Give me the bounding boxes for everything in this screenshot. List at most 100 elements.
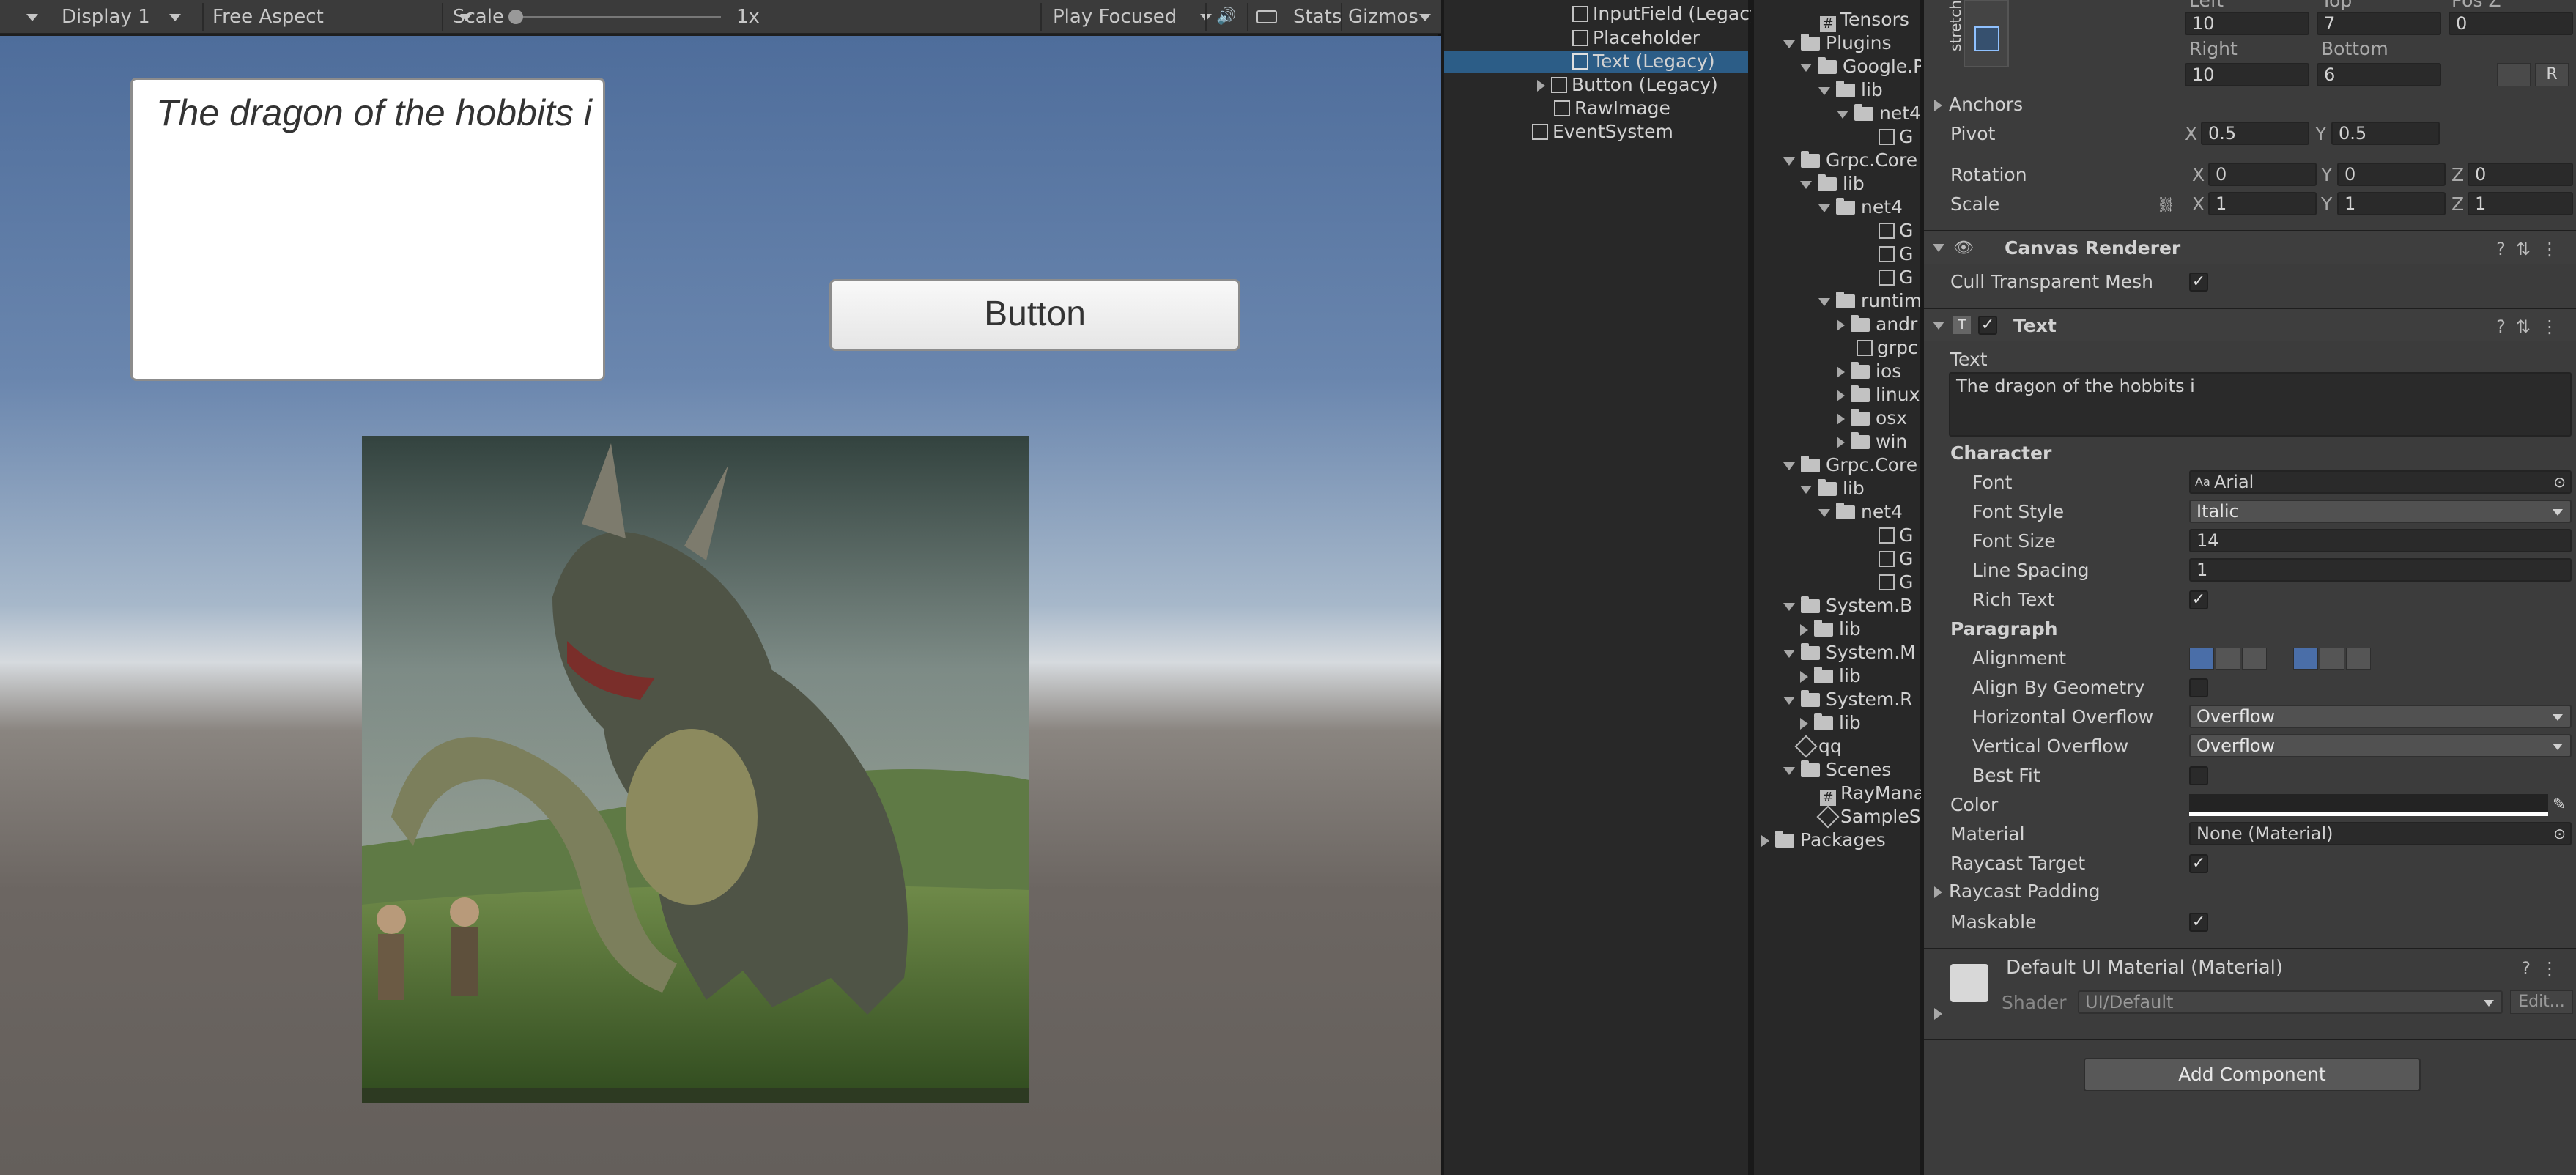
project-item[interactable]: System.M — [1783, 642, 1916, 664]
chevron-right-icon[interactable] — [1934, 100, 1942, 111]
project-item[interactable]: lib — [1800, 173, 1865, 195]
material-menu-icons[interactable]: ?⋮ — [2521, 958, 2569, 979]
chevron-down-icon[interactable] — [1783, 649, 1795, 658]
raw-edit-button[interactable]: R — [2535, 63, 2569, 86]
gizmos-dropdown-icon[interactable] — [1419, 6, 1431, 28]
align-right-button[interactable] — [2242, 648, 2267, 670]
project-item[interactable]: Grpc.Core — [1783, 454, 1917, 476]
chevron-down-icon[interactable] — [1783, 602, 1795, 611]
project-item[interactable]: ios — [1837, 360, 1901, 382]
chevron-right-icon[interactable] — [1761, 835, 1769, 847]
rotation-y-field[interactable]: 0 — [2337, 163, 2446, 186]
project-item[interactable]: Google.P — [1800, 56, 1924, 78]
project-item[interactable]: Grpc.Core — [1783, 149, 1917, 171]
chevron-down-icon[interactable] — [1783, 462, 1795, 470]
object-picker-icon[interactable]: ⊙ — [2553, 472, 2566, 492]
align-top-button[interactable] — [2293, 648, 2318, 670]
project-item[interactable]: G — [1879, 548, 1913, 570]
hierarchy-item[interactable]: Placeholder — [1572, 27, 1700, 49]
hierarchy-item[interactable]: EventSystem — [1532, 121, 1673, 143]
blueprint-mode-button[interactable] — [2497, 63, 2531, 86]
chevron-down-icon[interactable] — [1818, 508, 1830, 517]
project-item[interactable]: lib — [1800, 665, 1861, 687]
chevron-down-icon[interactable] — [1783, 696, 1795, 705]
chevron-right-icon[interactable] — [1800, 624, 1808, 636]
keyboard-icon[interactable] — [1256, 6, 1278, 28]
project-item[interactable]: lib — [1800, 618, 1861, 640]
project-item[interactable]: qq — [1794, 735, 1842, 758]
align-left-button[interactable] — [2189, 648, 2214, 670]
unlink-icon[interactable]: ⛓ — [2157, 193, 2175, 215]
project-item[interactable]: andr — [1837, 314, 1917, 336]
project-item[interactable]: G — [1879, 126, 1913, 148]
text-component-header[interactable]: T ✓ Text ?⇅⋮ — [1924, 308, 2576, 341]
pivot-y-field[interactable]: 0.5 — [2331, 122, 2440, 145]
align-bottom-button[interactable] — [2346, 648, 2371, 670]
display-dropdown[interactable]: Display 1 — [26, 6, 181, 28]
aspect-dropdown[interactable]: Free Aspect — [212, 6, 472, 28]
best-fit-checkbox[interactable] — [2189, 766, 2208, 785]
project-item[interactable]: System.R — [1783, 689, 1913, 711]
component-menu-icons[interactable]: ?⇅⋮ — [2496, 239, 2569, 259]
font-field[interactable]: Aa Arial ⊙ — [2189, 470, 2572, 494]
top-field[interactable]: 7 — [2317, 12, 2441, 35]
rotation-z-field[interactable]: 0 — [2468, 163, 2573, 186]
add-component-button[interactable]: Add Component — [2084, 1058, 2421, 1091]
project-item[interactable]: runtime — [1818, 290, 1933, 312]
rich-text-checkbox[interactable]: ✓ — [2189, 590, 2208, 609]
project-item[interactable]: lib — [1800, 712, 1861, 734]
project-item[interactable]: G — [1879, 525, 1913, 546]
project-item[interactable]: net4 — [1818, 196, 1903, 218]
canvas-renderer-header[interactable]: 👁 Canvas Renderer ?⇅⋮ — [1924, 230, 2576, 264]
hierarchy-item[interactable]: RawImage — [1554, 97, 1670, 119]
project-item[interactable]: G — [1879, 267, 1913, 289]
game-button[interactable]: Button — [829, 279, 1240, 351]
shader-dropdown[interactable]: UI/Default — [2078, 990, 2503, 1014]
right-field[interactable]: 10 — [2185, 63, 2309, 86]
project-item[interactable]: Plugins — [1783, 32, 1892, 54]
project-item[interactable]: # RayMana — [1820, 782, 1925, 806]
project-item[interactable]: Packages — [1761, 829, 1886, 851]
chevron-right-icon[interactable] — [1837, 437, 1845, 448]
scale-z-field[interactable]: 1 — [2468, 192, 2573, 215]
stats-button[interactable]: Stats — [1293, 6, 1341, 28]
object-picker-icon[interactable]: ⊙ — [2553, 823, 2566, 844]
eyedropper-icon[interactable]: ✎ — [2553, 794, 2566, 816]
project-item[interactable]: linux — [1837, 384, 1920, 406]
font-style-dropdown[interactable]: Italic — [2189, 500, 2572, 523]
project-item[interactable]: osx — [1837, 407, 1907, 429]
chevron-down-icon[interactable] — [1818, 86, 1830, 95]
chevron-down-icon[interactable] — [1783, 157, 1795, 166]
chevron-right-icon[interactable] — [1837, 390, 1845, 401]
font-size-field[interactable]: 14 — [2189, 529, 2572, 552]
rotation-x-field[interactable]: 0 — [2208, 163, 2317, 186]
v-overflow-dropdown[interactable]: Overflow — [2189, 734, 2572, 757]
component-menu-icons[interactable]: ?⇅⋮ — [2496, 316, 2569, 337]
project-item[interactable]: net4 — [1837, 103, 1921, 125]
anchor-preset-button[interactable] — [1964, 0, 2009, 67]
hierarchy-item[interactable]: InputField (Legacy) — [1572, 3, 1768, 25]
project-item[interactable]: Scenes — [1783, 759, 1891, 781]
chevron-right-icon[interactable] — [1934, 1008, 1942, 1020]
gizmos-button[interactable]: Gizmos — [1348, 6, 1418, 28]
project-item[interactable]: G — [1879, 571, 1913, 593]
bottom-field[interactable]: 6 — [2317, 63, 2441, 86]
chevron-down-icon[interactable] — [1800, 63, 1812, 72]
maskable-checkbox[interactable]: ✓ — [2189, 913, 2208, 932]
scale-y-field[interactable]: 1 — [2337, 192, 2446, 215]
chevron-down-icon[interactable] — [1783, 40, 1795, 48]
chevron-right-icon[interactable] — [1934, 886, 1942, 898]
shader-edit-button[interactable]: Edit... — [2510, 990, 2573, 1014]
hierarchy-item[interactable]: Button (Legacy) — [1537, 74, 1718, 96]
chevron-down-icon[interactable] — [1800, 180, 1812, 189]
project-item[interactable]: System.B — [1783, 595, 1912, 617]
chevron-right-icon[interactable] — [1537, 80, 1545, 92]
align-center-button[interactable] — [2216, 648, 2240, 670]
chevron-right-icon[interactable] — [1837, 366, 1845, 378]
slider-handle[interactable] — [508, 10, 523, 24]
project-item[interactable]: grpc — [1857, 337, 1918, 359]
project-item[interactable]: lib — [1800, 478, 1865, 500]
play-focused-dropdown[interactable]: Play Focused — [1053, 6, 1213, 28]
scale-x-field[interactable]: 1 — [2208, 192, 2317, 215]
pivot-x-field[interactable]: 0.5 — [2201, 122, 2309, 145]
